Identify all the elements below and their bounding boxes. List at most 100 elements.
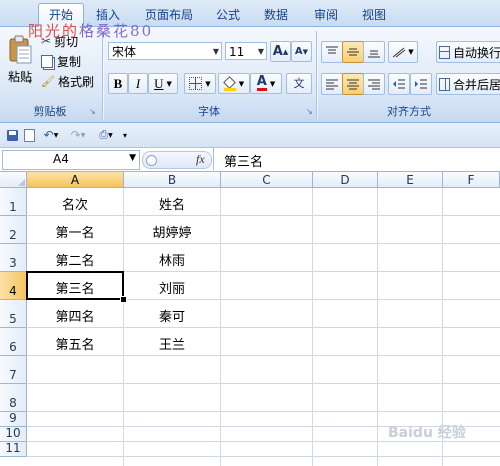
cell-a5[interactable]: 第四名 bbox=[27, 306, 123, 325]
redo-button[interactable]: ↷ ▼ bbox=[66, 126, 90, 144]
customize-toolbar-button[interactable]: ▾ bbox=[119, 126, 131, 144]
cell-a1[interactable]: 名次 bbox=[27, 194, 123, 213]
row-header-3[interactable]: 3 bbox=[0, 244, 27, 272]
name-box[interactable]: A4 ▼ bbox=[2, 150, 140, 170]
select-all-corner[interactable] bbox=[0, 172, 27, 188]
font-launcher-icon[interactable]: ↘ bbox=[306, 107, 315, 116]
formula-controls: fx bbox=[142, 151, 212, 169]
cell-b3[interactable]: 林雨 bbox=[124, 250, 220, 269]
tab-view[interactable]: 视图 bbox=[354, 6, 394, 24]
font-size-value: 11 bbox=[229, 45, 245, 59]
align-bottom-button[interactable] bbox=[363, 41, 385, 63]
decrease-indent-button[interactable] bbox=[388, 73, 410, 95]
increase-indent-button[interactable] bbox=[410, 73, 432, 95]
copy-button[interactable]: 复制 bbox=[40, 51, 98, 71]
grow-font-button[interactable]: A ▲ bbox=[270, 41, 291, 62]
column-header-a[interactable]: A bbox=[27, 172, 124, 188]
column-header-d[interactable]: D bbox=[313, 172, 378, 188]
save-button[interactable] bbox=[3, 126, 21, 144]
row-header-9[interactable]: 9 bbox=[0, 411, 27, 427]
cell-b6[interactable]: 王兰 bbox=[124, 334, 220, 353]
align-left-button[interactable] bbox=[321, 73, 343, 95]
align-top-icon bbox=[326, 46, 338, 54]
paint-bucket-icon bbox=[222, 76, 236, 91]
chevron-down-icon: ▼ bbox=[269, 79, 276, 88]
new-file-button[interactable] bbox=[20, 126, 38, 144]
row-header-8[interactable]: 8 bbox=[0, 384, 27, 412]
tab-formulas[interactable]: 公式 bbox=[208, 6, 248, 24]
align-middle-button[interactable] bbox=[342, 41, 364, 63]
quick-access-toolbar: ↶ ▼ ↷ ▼ ⎙ ▼ ▾ bbox=[0, 123, 500, 148]
row-header-6[interactable]: 6 bbox=[0, 328, 27, 356]
underline-icon: U bbox=[154, 75, 164, 91]
cell-b2[interactable]: 胡婷婷 bbox=[124, 222, 220, 241]
redo-icon: ↷ bbox=[70, 128, 81, 142]
orientation-button[interactable]: ▼ bbox=[388, 41, 418, 63]
column-header-b[interactable]: B bbox=[124, 172, 221, 188]
new-file-icon bbox=[23, 128, 35, 142]
row-header-1[interactable]: 1 bbox=[0, 188, 27, 216]
cell-a6[interactable]: 第五名 bbox=[27, 334, 123, 353]
align-right-button[interactable] bbox=[363, 73, 385, 95]
bold-button[interactable]: B bbox=[108, 73, 128, 94]
worksheet-grid[interactable]: A B C D E F 1 2 3 4 5 6 7 8 9 10 11 名次 姓… bbox=[0, 172, 500, 466]
shrink-font-button[interactable]: A ▼ bbox=[291, 41, 312, 62]
row-header-7[interactable]: 7 bbox=[0, 356, 27, 384]
row-header-2[interactable]: 2 bbox=[0, 216, 27, 244]
font-name-combo[interactable]: 宋体 ▼ bbox=[108, 42, 222, 60]
overlay-caption: 阳光的格桑花80 bbox=[28, 20, 153, 41]
cell-b5[interactable]: 秦可 bbox=[124, 306, 220, 325]
expand-icon[interactable] bbox=[146, 155, 157, 166]
fill-color-button[interactable]: ▼ bbox=[218, 73, 250, 94]
borders-button[interactable]: ▼ bbox=[184, 73, 216, 94]
overlay-caption-part3: 花80 bbox=[113, 22, 154, 40]
gridline bbox=[27, 215, 500, 216]
cell-b4[interactable]: 刘丽 bbox=[124, 278, 220, 297]
align-center-icon bbox=[347, 79, 359, 90]
wrap-text-label: 自动换行 bbox=[452, 45, 500, 60]
row-header-11[interactable]: 11 bbox=[0, 441, 27, 457]
phonetic-icon: 文 bbox=[293, 76, 305, 90]
align-center-button[interactable] bbox=[342, 73, 364, 95]
font-size-combo[interactable]: 11 ▼ bbox=[225, 42, 267, 60]
shrink-font-icon: A bbox=[294, 46, 303, 57]
font-group-label: 字体 bbox=[198, 105, 220, 118]
column-header-f[interactable]: F bbox=[443, 172, 500, 188]
font-color-button[interactable]: A ▼ bbox=[250, 73, 282, 94]
underline-button[interactable]: U ▼ bbox=[148, 73, 178, 94]
align-bottom-icon bbox=[368, 50, 380, 58]
row-header-4[interactable]: 4 bbox=[0, 272, 27, 300]
insert-function-button[interactable]: fx bbox=[196, 152, 205, 167]
format-painter-icon: 🖌 bbox=[41, 74, 55, 88]
wrap-text-button[interactable]: 自动换行 bbox=[436, 41, 500, 63]
print-preview-icon: ⎙ bbox=[99, 128, 109, 141]
column-header-c[interactable]: C bbox=[221, 172, 313, 188]
clipboard-launcher-icon[interactable]: ↘ bbox=[89, 107, 98, 116]
increase-indent-icon bbox=[415, 79, 427, 89]
group-divider bbox=[316, 31, 317, 119]
row-header-5[interactable]: 5 bbox=[0, 300, 27, 328]
align-top-button[interactable] bbox=[321, 41, 343, 63]
cell-a2[interactable]: 第一名 bbox=[27, 222, 123, 241]
italic-button[interactable]: I bbox=[128, 73, 148, 94]
gridline bbox=[27, 327, 500, 328]
tab-review[interactable]: 审阅 bbox=[306, 6, 346, 24]
cell-b1[interactable]: 姓名 bbox=[124, 194, 220, 213]
formula-bar: A4 ▼ fx 第三名 bbox=[0, 148, 500, 172]
tab-data[interactable]: 数据 bbox=[256, 6, 296, 24]
grow-font-icon: A bbox=[272, 44, 283, 59]
undo-button[interactable]: ↶ ▼ bbox=[39, 126, 63, 144]
paste-dropdown-arrow[interactable]: ▾ bbox=[28, 77, 32, 86]
formula-input[interactable]: 第三名 bbox=[213, 148, 500, 170]
format-painter-button[interactable]: 🖌 格式刷 bbox=[40, 71, 98, 91]
wrap-text-icon bbox=[439, 45, 450, 59]
fill-handle[interactable] bbox=[120, 296, 127, 303]
merge-center-button[interactable]: 合并后居 bbox=[436, 73, 500, 95]
phonetic-button[interactable]: 文 bbox=[286, 73, 312, 94]
cell-a3[interactable]: 第二名 bbox=[27, 250, 123, 269]
quick-print-button[interactable]: ⎙ ▼ bbox=[94, 126, 118, 144]
active-cell-outline bbox=[26, 271, 124, 300]
chevron-down-icon: ▼ bbox=[53, 131, 59, 139]
column-header-e[interactable]: E bbox=[378, 172, 443, 188]
row-header-10[interactable]: 10 bbox=[0, 426, 27, 442]
